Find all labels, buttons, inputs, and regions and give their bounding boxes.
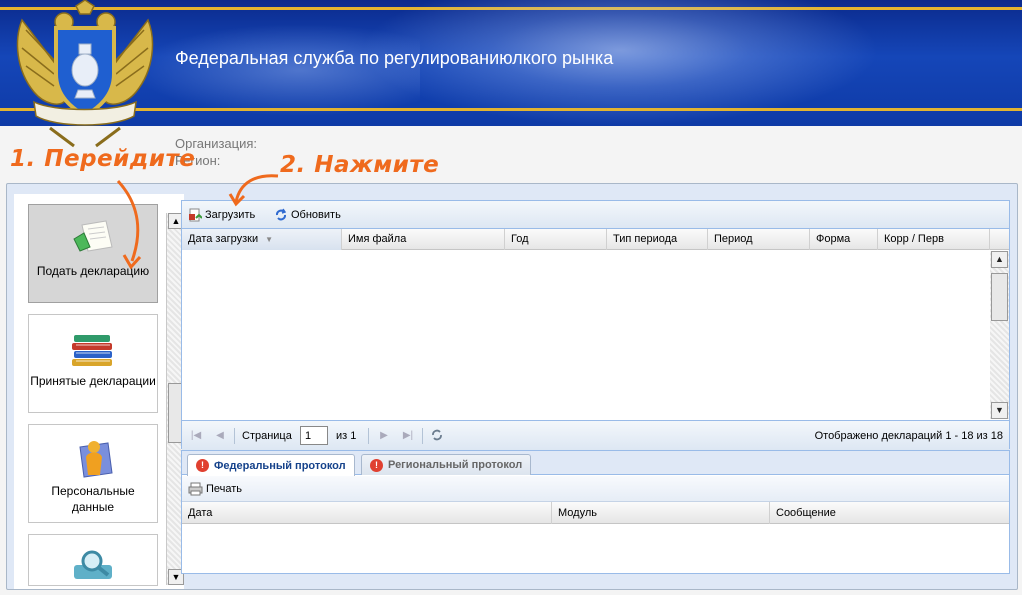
error-icon: ! bbox=[196, 459, 209, 472]
emblem-icon bbox=[16, 0, 154, 148]
column-period[interactable]: Период bbox=[708, 229, 810, 250]
column-corr-primary[interactable]: Корр / Перв bbox=[878, 229, 990, 250]
protocol-toolbar: Печать bbox=[182, 476, 1009, 502]
first-page-icon[interactable]: |◀ bbox=[190, 430, 202, 442]
column-label: Модуль bbox=[558, 507, 597, 519]
print-button[interactable]: Печать bbox=[188, 481, 242, 497]
sidebar-item-search[interactable] bbox=[28, 534, 158, 586]
column-form[interactable]: Форма bbox=[810, 229, 878, 250]
annotation-arrow-2-icon bbox=[228, 174, 279, 207]
column-label: Имя файла bbox=[348, 233, 407, 245]
declarations-grid: Загрузить Обновить Дата загрузки ▼ Имя ф… bbox=[181, 200, 1010, 450]
sort-desc-icon: ▼ bbox=[265, 235, 274, 244]
error-icon: ! bbox=[370, 458, 383, 472]
grid-column-header: Дата загрузки ▼ Имя файла Год Тип период… bbox=[182, 229, 1009, 250]
page-label: Страница bbox=[242, 430, 292, 442]
column-year[interactable]: Год bbox=[505, 229, 607, 250]
tab-label: Федеральный протокол bbox=[214, 459, 346, 472]
upload-button[interactable]: Загрузить bbox=[188, 207, 255, 223]
page-input[interactable] bbox=[300, 426, 328, 445]
print-label: Печать bbox=[206, 483, 243, 495]
column-label: Форма bbox=[816, 233, 851, 245]
refresh-button[interactable]: Обновить bbox=[274, 207, 341, 223]
column-date[interactable]: Дата bbox=[182, 502, 552, 524]
protocol-panel: ! Федеральный протокол ! Региональный пр… bbox=[181, 450, 1010, 574]
person-book-icon bbox=[79, 441, 113, 478]
refresh-label: Обновить bbox=[291, 209, 341, 221]
pager-separator bbox=[422, 428, 423, 444]
column-message[interactable]: Сообщение bbox=[770, 502, 1010, 524]
column-module[interactable]: Модуль bbox=[552, 502, 770, 524]
protocol-column-header: Дата Модуль Сообщение bbox=[182, 502, 1009, 524]
search-magnifier-icon bbox=[74, 550, 112, 579]
books-stack-icon bbox=[72, 335, 112, 366]
next-page-icon[interactable]: ▶ bbox=[378, 430, 390, 442]
grid-pager: |◀ ◀ Страница из 1 ▶ ▶| Отображено декла… bbox=[182, 420, 1009, 450]
annotation-step-1: 1. Перейдите bbox=[10, 146, 196, 172]
scroll-up-icon[interactable]: ▲ bbox=[991, 251, 1008, 268]
column-label: Период bbox=[714, 233, 753, 245]
grid-body bbox=[182, 250, 990, 418]
column-label: Дата bbox=[188, 507, 213, 519]
column-file-name[interactable]: Имя файла bbox=[342, 229, 505, 250]
page-title: Федеральная служба по регулированиюлкого… bbox=[175, 48, 614, 68]
pager-separator bbox=[234, 428, 235, 444]
refresh-icon bbox=[276, 208, 287, 221]
grid-toolbar: Загрузить Обновить bbox=[182, 201, 1009, 229]
printer-icon bbox=[188, 482, 203, 496]
tab-federal-protocol[interactable]: ! Федеральный протокол bbox=[187, 454, 355, 476]
pager-summary: Отображено деклараций 1 - 18 из 18 bbox=[814, 430, 1003, 442]
protocol-tabbar: ! Федеральный протокол ! Региональный пр… bbox=[182, 451, 1009, 476]
sidebar-item-accepted-declarations[interactable]: Принятые декларации bbox=[28, 314, 158, 413]
tab-label: Региональный протокол bbox=[388, 459, 523, 471]
annotation-step-2: 2. Нажмите bbox=[280, 152, 440, 178]
column-label: Корр / Перв bbox=[884, 233, 944, 245]
annotation-arrow-1-icon bbox=[116, 179, 142, 270]
refresh-icon[interactable] bbox=[430, 428, 444, 442]
scroll-down-icon[interactable]: ▼ bbox=[991, 402, 1008, 419]
upload-label: Загрузить bbox=[205, 209, 256, 221]
tab-regional-protocol[interactable]: ! Региональный протокол bbox=[361, 454, 532, 475]
sidebar-item-label: Принятые декларации bbox=[30, 374, 156, 388]
sidebar-item-label: Персональные данные bbox=[51, 484, 135, 514]
sidebar-item-personal-data[interactable]: Персональные данные bbox=[28, 424, 158, 523]
scrollbar-thumb[interactable] bbox=[991, 273, 1008, 321]
column-label: Тип периода bbox=[613, 233, 678, 245]
grid-scrollbar[interactable]: ▲ ▼ bbox=[990, 251, 1009, 419]
column-label: Год bbox=[511, 233, 529, 245]
column-upload-date[interactable]: Дата загрузки ▼ bbox=[182, 229, 342, 250]
upload-icon bbox=[189, 208, 202, 222]
column-period-type[interactable]: Тип периода bbox=[607, 229, 708, 250]
column-label: Дата загрузки bbox=[188, 233, 259, 245]
page-count: из 1 bbox=[336, 430, 357, 442]
prev-page-icon[interactable]: ◀ bbox=[214, 430, 226, 442]
pager-separator bbox=[368, 428, 369, 444]
column-label: Сообщение bbox=[776, 507, 836, 519]
last-page-icon[interactable]: ▶| bbox=[402, 430, 414, 442]
